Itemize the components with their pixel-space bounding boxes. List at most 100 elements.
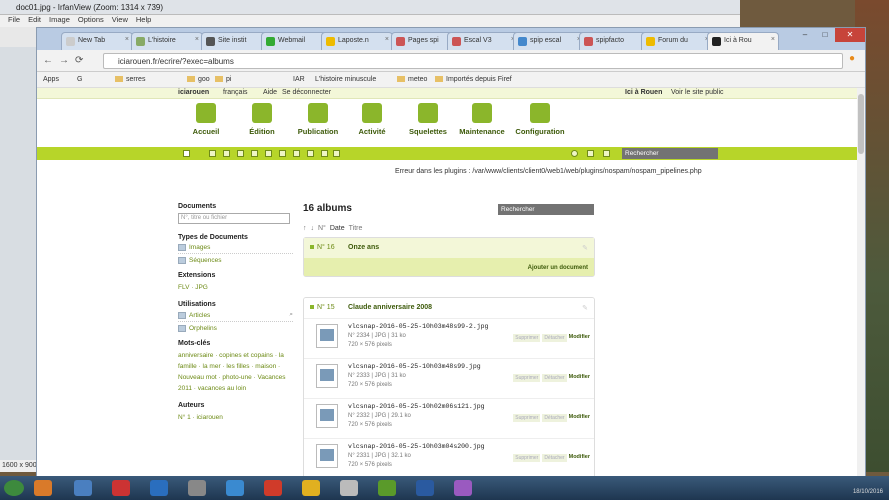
nav-configuration[interactable]: Configuration	[505, 103, 575, 136]
visit-site-link[interactable]: Voir le site public	[671, 89, 724, 96]
albums-search-input[interactable]: Rechercher	[498, 204, 594, 215]
search-input[interactable]: Rechercher	[622, 148, 718, 159]
tab-escal[interactable]: Escal V3×	[447, 32, 519, 50]
delete-button[interactable]: Supprimer	[513, 334, 541, 342]
filter-articles[interactable]: Articles ⌕	[178, 311, 293, 322]
delete-button[interactable]: Supprimer	[513, 414, 541, 422]
image-thumbnail[interactable]	[316, 404, 338, 428]
reload-icon[interactable]: ⟳	[75, 55, 83, 66]
close-icon[interactable]: ×	[385, 36, 389, 43]
filter-sequences[interactable]: Séquences	[178, 257, 293, 264]
link-icon[interactable]	[265, 150, 272, 157]
image-thumbnail[interactable]	[316, 364, 338, 388]
tab-new[interactable]: New Tab ×	[61, 32, 133, 50]
taskbar-app-icon[interactable]	[112, 480, 130, 496]
calendar-small-icon[interactable]	[603, 150, 610, 157]
extension-icon[interactable]: ●	[849, 53, 855, 64]
start-button[interactable]	[4, 480, 24, 496]
bookmark-goo[interactable]: goo	[187, 76, 210, 83]
add-document-button[interactable]: Ajouter un document	[304, 258, 594, 276]
close-window-button[interactable]: ✕	[835, 28, 865, 42]
edit-icon[interactable]: ✎	[582, 244, 588, 258]
forward-icon[interactable]: →	[59, 55, 69, 66]
close-icon[interactable]: ×	[195, 36, 199, 43]
taskbar-app-icon[interactable]	[226, 480, 244, 496]
scroll-thumb[interactable]	[858, 94, 864, 154]
bookmark-meteo[interactable]: meteo	[397, 76, 427, 83]
modify-button[interactable]: Modifier	[569, 374, 590, 382]
album-header[interactable]: N° 16 Onze ans ✎	[304, 238, 594, 258]
detach-button[interactable]: Détacher	[542, 454, 567, 462]
bookmark-apps[interactable]: Apps	[43, 76, 59, 83]
sort-asc[interactable]: ↑	[303, 225, 307, 232]
image-thumbnail[interactable]	[316, 444, 338, 468]
logout-link[interactable]: Se déconnecter	[282, 89, 331, 96]
taskbar-app-icon[interactable]	[454, 480, 472, 496]
mail-icon[interactable]	[587, 150, 594, 157]
detach-button[interactable]: Détacher	[542, 334, 567, 342]
tab-laposte[interactable]: Laposte.n ×	[321, 32, 393, 50]
menu-file[interactable]: File	[8, 15, 20, 24]
calendar-icon[interactable]	[333, 150, 340, 157]
tab-spip-escal[interactable]: spip escal×	[513, 32, 585, 50]
filter-images[interactable]: Images	[178, 244, 293, 254]
new-breve-icon[interactable]	[237, 150, 244, 157]
taskbar-app-icon[interactable]	[74, 480, 92, 496]
minimize-button[interactable]: –	[795, 28, 815, 42]
album-icon[interactable]	[279, 150, 286, 157]
bookmark-iar[interactable]: IAR	[293, 76, 305, 83]
menu-options[interactable]: Options	[78, 15, 104, 24]
sort-date[interactable]: Date	[330, 225, 345, 232]
taskbar-app-icon[interactable]	[34, 480, 52, 496]
site-link[interactable]: iciarouen	[178, 89, 209, 96]
close-icon[interactable]: ×	[771, 36, 775, 43]
mots-cles-list[interactable]: anniversaire · copines et copains · la f…	[178, 350, 293, 394]
modify-button[interactable]: Modifier	[569, 414, 590, 422]
site-name[interactable]: Ici à Rouen	[625, 89, 662, 96]
page-scrollbar[interactable]	[857, 88, 865, 477]
sitemap-icon[interactable]	[183, 150, 190, 157]
menu-view[interactable]: View	[112, 15, 128, 24]
bookmark-serres[interactable]: serres	[115, 76, 145, 83]
delete-button[interactable]: Supprimer	[513, 374, 541, 382]
taskbar-app-icon[interactable]	[416, 480, 434, 496]
taskbar-app-icon[interactable]	[340, 480, 358, 496]
maximize-button[interactable]: □	[815, 28, 835, 42]
taskbar-app-icon[interactable]	[150, 480, 168, 496]
delete-button[interactable]: Supprimer	[513, 454, 541, 462]
back-icon[interactable]: ←	[43, 55, 53, 66]
document-search-input[interactable]: N°, titre ou fichier	[178, 213, 290, 224]
new-rubrique-icon[interactable]	[223, 150, 230, 157]
modify-button[interactable]: Modifier	[569, 454, 590, 462]
auteur-link[interactable]: N° 1 · iciarouen	[178, 412, 293, 423]
menu-image[interactable]: Image	[49, 15, 70, 24]
album-header[interactable]: N° 15 Claude anniversaire 2008 ✎	[304, 298, 594, 318]
sort-title[interactable]: Titre	[349, 225, 363, 232]
new-article-icon[interactable]	[209, 150, 216, 157]
image-thumbnail[interactable]	[316, 324, 338, 348]
modify-button[interactable]: Modifier	[569, 334, 590, 342]
album-title[interactable]: Claude anniversaire 2008	[348, 304, 432, 318]
message-icon[interactable]	[571, 150, 578, 157]
tab-ici-a-rouen[interactable]: Ici à Rou ×	[707, 32, 779, 50]
tag-icon[interactable]	[307, 150, 314, 157]
taskbar-app-icon[interactable]	[302, 480, 320, 496]
sort-desc[interactable]: ↓	[311, 225, 315, 232]
tab-forum[interactable]: Forum du×	[641, 32, 713, 50]
tab-histoire[interactable]: L'histoire ×	[131, 32, 203, 50]
menu-edit[interactable]: Edit	[28, 15, 41, 24]
close-icon[interactable]: ×	[125, 36, 129, 43]
filter-orphelins[interactable]: Orphelins	[178, 325, 293, 332]
album-title[interactable]: Onze ans	[348, 244, 379, 258]
bookmark-g[interactable]: G	[77, 76, 82, 83]
extensions-list[interactable]: FLV · JPG	[178, 282, 293, 293]
bookmark-imported[interactable]: Importés depuis Firef	[435, 76, 512, 83]
document-icon[interactable]	[321, 150, 328, 157]
help-link[interactable]: Aide	[263, 89, 277, 96]
lang-link[interactable]: français	[223, 89, 248, 96]
detach-button[interactable]: Détacher	[542, 374, 567, 382]
taskbar-app-icon[interactable]	[378, 480, 396, 496]
bookmark-pi[interactable]: pi	[215, 76, 231, 83]
taskbar-app-icon[interactable]	[264, 480, 282, 496]
url-input[interactable]: iciarouen.fr/ecrire/?exec=albums	[103, 53, 843, 69]
